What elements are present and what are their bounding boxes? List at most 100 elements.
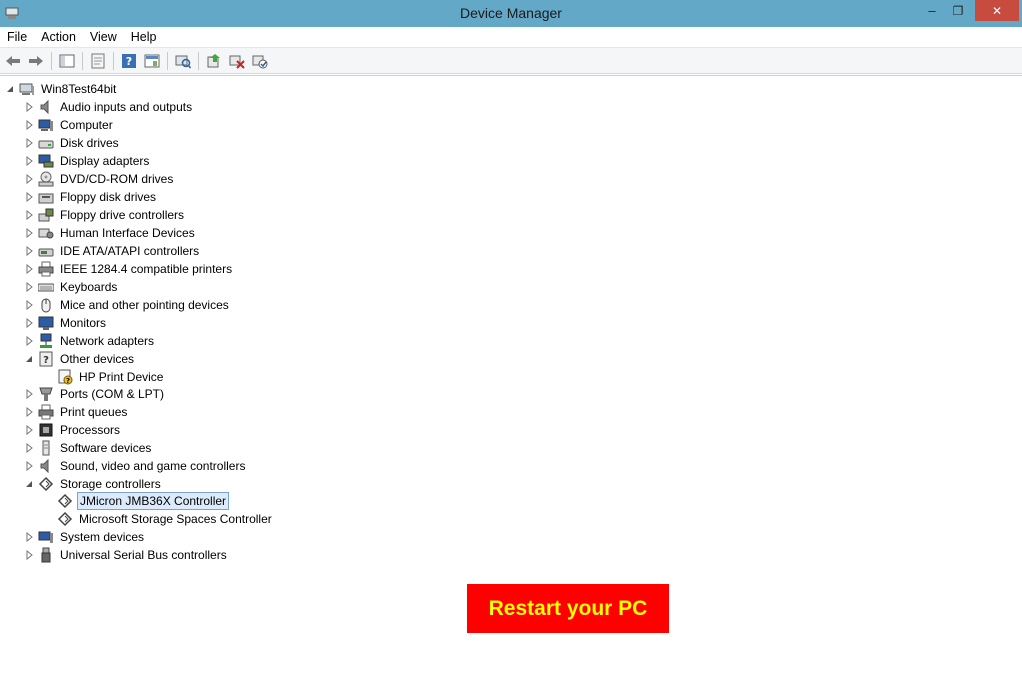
expand-icon[interactable] <box>25 227 33 238</box>
properties-button[interactable] <box>88 51 108 71</box>
tree-item-ports[interactable]: Ports (COM & LPT) <box>25 385 166 402</box>
console-tree-icon <box>59 54 75 67</box>
tree-item-software-devices[interactable]: Software devices <box>25 439 153 456</box>
expand-icon[interactable] <box>25 173 33 184</box>
expand-icon[interactable] <box>25 137 33 148</box>
tree-item-dvd-drives[interactable]: DVD/CD-ROM drives <box>25 170 175 187</box>
expand-icon[interactable] <box>25 442 33 453</box>
expand-icon[interactable] <box>25 191 33 202</box>
scan-hardware-button[interactable] <box>173 51 193 71</box>
keyboard-icon <box>38 279 54 295</box>
tree-root[interactable]: Win8Test64bit <box>6 80 118 97</box>
restore-button[interactable]: ❐ <box>946 0 970 21</box>
scan-hardware-icon <box>175 55 191 68</box>
back-button[interactable] <box>3 51 23 71</box>
tree-item-sound-video[interactable]: Sound, video and game controllers <box>25 457 247 474</box>
expand-icon[interactable] <box>25 155 33 166</box>
tree-label: IDE ATA/ATAPI controllers <box>60 243 200 258</box>
collapse-icon[interactable] <box>25 354 33 364</box>
svg-text:?: ? <box>43 355 49 366</box>
expand-icon[interactable] <box>25 209 33 220</box>
toolbar-separator <box>51 51 52 70</box>
enable-device-button[interactable] <box>250 51 270 71</box>
enable-device-icon <box>252 55 268 68</box>
svg-text:?: ? <box>126 55 132 68</box>
menu-view[interactable]: View <box>83 27 124 47</box>
speaker-icon <box>38 458 54 474</box>
tree-label: Processors <box>60 422 121 437</box>
computer-icon <box>19 81 35 97</box>
tree-item-monitors[interactable]: Monitors <box>25 314 108 331</box>
tree-item-disk-drives[interactable]: Disk drives <box>25 134 121 151</box>
expand-icon[interactable] <box>25 549 33 560</box>
tree-item-hid[interactable]: Human Interface Devices <box>25 224 197 241</box>
tree-item-ieee-printers[interactable]: IEEE 1284.4 compatible printers <box>25 260 234 277</box>
expand-icon[interactable] <box>25 245 33 256</box>
tree-item-network-adapters[interactable]: Network adapters <box>25 332 156 349</box>
menu-file[interactable]: File <box>0 27 34 47</box>
toolbar-separator <box>167 51 168 70</box>
tree-item-storage-controllers[interactable]: Storage controllers <box>25 475 163 492</box>
update-driver-button[interactable] <box>204 51 224 71</box>
tree-item-floppy-disk-drives[interactable]: Floppy disk drives <box>25 188 158 205</box>
expand-icon[interactable] <box>25 460 33 471</box>
expand-icon[interactable] <box>25 406 33 417</box>
tree-item-print-queues[interactable]: Print queues <box>25 403 129 420</box>
tree-item-keyboards[interactable]: Keyboards <box>25 278 119 295</box>
expand-icon[interactable] <box>25 101 33 112</box>
expand-icon[interactable] <box>25 317 33 328</box>
tree-item-jmicron-controller[interactable]: JMicron JMB36X Controller <box>57 491 230 510</box>
expand-icon[interactable] <box>25 281 33 292</box>
expand-icon[interactable] <box>25 119 33 130</box>
tree-label: JMicron JMB36X Controller <box>77 491 230 510</box>
tree-item-ms-storage-spaces[interactable]: Microsoft Storage Spaces Controller <box>57 510 274 527</box>
uninstall-button[interactable] <box>227 51 247 71</box>
expand-icon[interactable] <box>25 335 33 346</box>
tree-label: Universal Serial Bus controllers <box>60 547 227 562</box>
menu-action[interactable]: Action <box>34 27 83 47</box>
toolbar-separator <box>113 51 114 70</box>
menu-help[interactable]: Help <box>124 27 164 47</box>
tree-item-computer[interactable]: Computer <box>25 116 115 133</box>
forward-button[interactable] <box>26 51 46 71</box>
expand-icon[interactable] <box>25 424 33 435</box>
storage-controller-icon <box>38 476 54 492</box>
expand-icon[interactable] <box>25 531 33 542</box>
collapse-icon[interactable] <box>25 479 33 489</box>
tree-item-ide-controllers[interactable]: IDE ATA/ATAPI controllers <box>25 242 201 259</box>
view-button[interactable] <box>142 51 162 71</box>
tree-item-other-devices[interactable]: ? Other devices <box>25 350 136 367</box>
expand-icon[interactable] <box>25 263 33 274</box>
tree-label: HP Print Device <box>79 369 164 384</box>
tree-item-hp-print-device[interactable]: ? HP Print Device <box>57 368 165 385</box>
forward-arrow-icon <box>29 55 43 66</box>
minimize-button[interactable]: – <box>920 0 944 21</box>
tree-item-system-devices[interactable]: System devices <box>25 528 146 545</box>
usb-icon <box>38 547 54 563</box>
tree-label: Ports (COM & LPT) <box>60 386 165 401</box>
window-title: Device Manager <box>460 5 562 21</box>
tree-label: Monitors <box>60 315 107 330</box>
close-button[interactable]: ✕ <box>975 0 1019 21</box>
dvd-drive-icon <box>38 171 54 187</box>
collapse-icon[interactable] <box>6 84 14 94</box>
computer-icon <box>38 117 54 133</box>
tree-item-processors[interactable]: Processors <box>25 421 122 438</box>
expand-icon[interactable] <box>25 299 33 310</box>
expand-icon[interactable] <box>25 388 33 399</box>
ide-controller-icon <box>38 243 54 259</box>
show-hide-tree-button[interactable] <box>57 51 77 71</box>
tree-item-floppy-controllers[interactable]: Floppy drive controllers <box>25 206 186 223</box>
hid-icon <box>38 225 54 241</box>
tree-label: Microsoft Storage Spaces Controller <box>79 511 272 526</box>
disk-drive-icon <box>38 135 54 151</box>
tree-item-mice[interactable]: Mice and other pointing devices <box>25 296 231 313</box>
menu-bar: File Action View Help <box>0 27 1022 47</box>
help-button[interactable]: ? <box>119 51 139 71</box>
printer-icon <box>38 261 54 277</box>
tree-item-display-adapters[interactable]: Display adapters <box>25 152 151 169</box>
tree-item-usb-controllers[interactable]: Universal Serial Bus controllers <box>25 546 229 563</box>
floppy-controller-icon <box>38 207 54 223</box>
port-icon <box>38 386 54 402</box>
tree-item-audio[interactable]: Audio inputs and outputs <box>25 98 194 115</box>
